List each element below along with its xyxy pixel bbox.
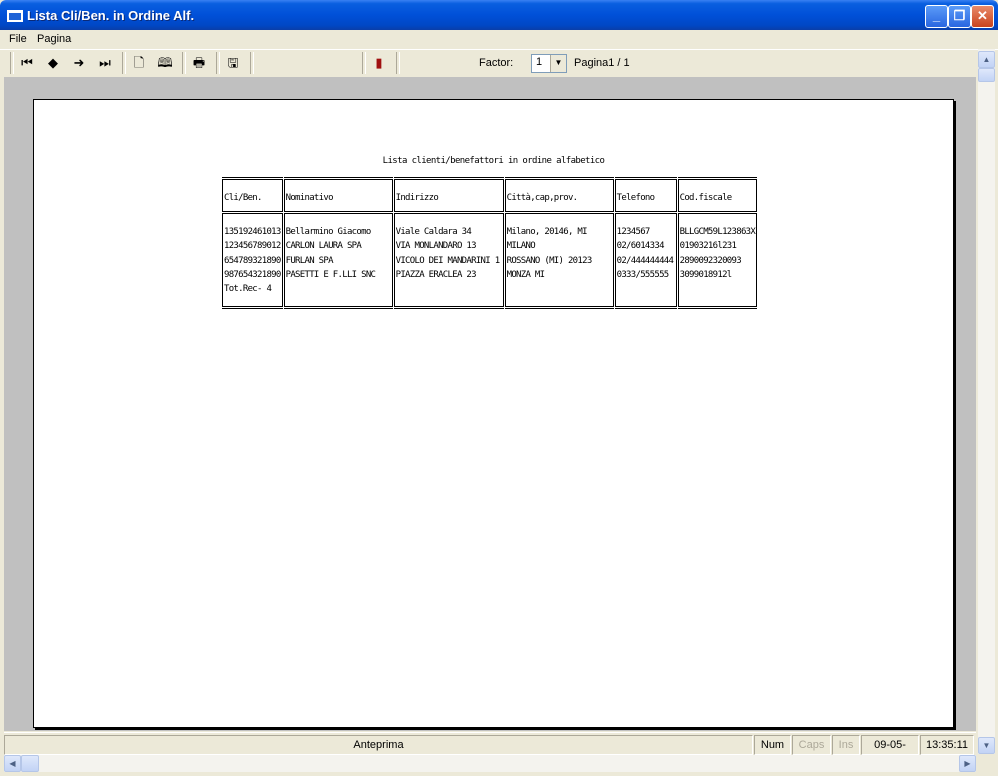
status-ins: Ins xyxy=(832,735,860,755)
scroll-left-button[interactable]: ◀ xyxy=(4,755,21,772)
column-header: Indirizzo xyxy=(393,177,504,214)
export-icon: 🖫 xyxy=(227,55,239,70)
print-button[interactable]: 🖶 xyxy=(188,53,210,73)
table-row: 135192461013 123456789012 654789321890 9… xyxy=(222,212,758,309)
column-telefono: 1234567 02/6014334 02/444444444 0333/555… xyxy=(614,212,677,309)
last-page-button[interactable]: ⏭ xyxy=(94,53,116,73)
scroll-thumb[interactable] xyxy=(21,755,39,772)
scroll-right-button[interactable]: ▶ xyxy=(959,755,976,772)
menu-file[interactable]: File xyxy=(9,33,27,45)
menu-bar: File Pagina xyxy=(0,30,998,50)
column-citta: Milano, 20146, MI MILANO ROSSANO (MI) 20… xyxy=(504,212,614,309)
report-title: Lista clienti/benefattori in ordine alfa… xyxy=(382,156,605,166)
close-button[interactable]: ✕ xyxy=(971,5,994,28)
status-bar: Anteprima Num Caps Ins 09-05-2016 13:35:… xyxy=(4,732,976,755)
table-header-row: Cli/Ben. Nominativo Indirizzo Città,cap,… xyxy=(222,177,758,214)
column-cli-ben: 135192461013 123456789012 654789321890 9… xyxy=(222,212,283,309)
chevron-down-icon[interactable]: ▼ xyxy=(550,55,566,72)
status-num: Num xyxy=(754,735,791,755)
factor-select[interactable]: 1 ▼ xyxy=(531,54,567,73)
column-header: Cli/Ben. xyxy=(222,177,283,214)
factor-value: 1 xyxy=(536,56,543,68)
arrow-up-icon: ▲ xyxy=(982,55,991,64)
column-header: Nominativo xyxy=(283,177,393,214)
menu-pagina[interactable]: Pagina xyxy=(37,33,71,45)
previous-page-button[interactable]: ◆ xyxy=(42,53,64,73)
printer-icon: 🖶 xyxy=(192,55,206,70)
two-pages-button[interactable]: 🕮 xyxy=(154,53,176,73)
close-icon: ✕ xyxy=(977,8,988,23)
arrow-down-icon: ▼ xyxy=(982,741,991,750)
report-page: Lista clienti/benefattori in ordine alfa… xyxy=(33,99,954,728)
single-page-button[interactable]: 🗋 xyxy=(128,53,150,73)
next-page-button[interactable]: ➜ xyxy=(68,53,90,73)
column-nominativo: Bellarmino Giacomo CARLON LAURA SPA FURL… xyxy=(283,212,393,309)
arrow-right-icon: ▶ xyxy=(964,759,971,768)
door-exit-icon: ▮ xyxy=(375,55,383,70)
exit-button[interactable]: ▮ xyxy=(368,53,390,73)
toolbar-separator xyxy=(250,52,254,74)
restore-button[interactable]: ❐ xyxy=(948,5,971,28)
minimize-icon: _ xyxy=(932,8,941,23)
export-button[interactable]: 🖫 xyxy=(222,53,244,73)
report-table: Cli/Ben. Nominativo Indirizzo Città,cap,… xyxy=(222,177,758,309)
column-header: Telefono xyxy=(614,177,677,214)
window-icon xyxy=(7,10,23,22)
toolbar-separator xyxy=(182,52,186,74)
toolbar-separator xyxy=(122,52,126,74)
column-header: Cod.fiscale xyxy=(677,177,758,214)
arrow-left-icon: ◆ xyxy=(48,55,58,70)
toolbar-separator xyxy=(362,52,366,74)
scroll-up-button[interactable]: ▲ xyxy=(978,51,995,68)
horizontal-scrollbar[interactable]: ◀ ▶ xyxy=(4,755,976,772)
open-book-icon: 🕮 xyxy=(157,55,173,70)
toolbar: ⏮ ◆ ➜ ⏭ 🗋 🕮 🖶 🖫 ▮ Factor: 1 ▼ Pagina1 / … xyxy=(4,49,976,78)
page-icon: 🗋 xyxy=(133,55,145,70)
application-window: Lista Cli/Ben. in Ordine Alf. _ ❐ ✕ File… xyxy=(0,0,998,776)
arrow-right-icon: ➜ xyxy=(73,55,85,70)
window-title: Lista Cli/Ben. in Ordine Alf. xyxy=(27,8,195,23)
scroll-thumb[interactable] xyxy=(978,68,995,82)
column-header: Città,cap,prov. xyxy=(504,177,614,214)
first-page-icon: ⏮ xyxy=(21,55,33,70)
factor-label: Factor: xyxy=(479,57,514,69)
preview-viewport[interactable]: Lista clienti/benefattori in ordine alfa… xyxy=(4,77,976,731)
status-date: 09-05-2016 xyxy=(861,735,919,755)
last-page-icon: ⏭ xyxy=(99,55,111,70)
column-cod-fiscale: BLLGCM59L123863X 01903216l231 2890092320… xyxy=(677,212,758,309)
arrow-left-icon: ◀ xyxy=(9,759,16,768)
title-bar[interactable]: Lista Cli/Ben. in Ordine Alf. _ ❐ ✕ xyxy=(0,0,998,30)
minimize-button[interactable]: _ xyxy=(925,5,948,28)
toolbar-separator xyxy=(216,52,220,74)
status-caps: Caps xyxy=(792,735,831,755)
status-main: Anteprima xyxy=(4,735,753,755)
restore-icon: ❐ xyxy=(953,8,966,23)
column-indirizzo: Viale Caldara 34 VIA MONLANDARO 13 VICOL… xyxy=(393,212,504,309)
scroll-down-button[interactable]: ▼ xyxy=(978,737,995,754)
page-indicator: Pagina1 / 1 xyxy=(574,57,630,69)
toolbar-separator xyxy=(396,52,400,74)
first-page-button[interactable]: ⏮ xyxy=(16,53,38,73)
status-time: 13:35:11 xyxy=(920,735,974,755)
vertical-scrollbar[interactable]: ▲ ▼ xyxy=(978,49,995,754)
toolbar-grip xyxy=(10,52,14,74)
